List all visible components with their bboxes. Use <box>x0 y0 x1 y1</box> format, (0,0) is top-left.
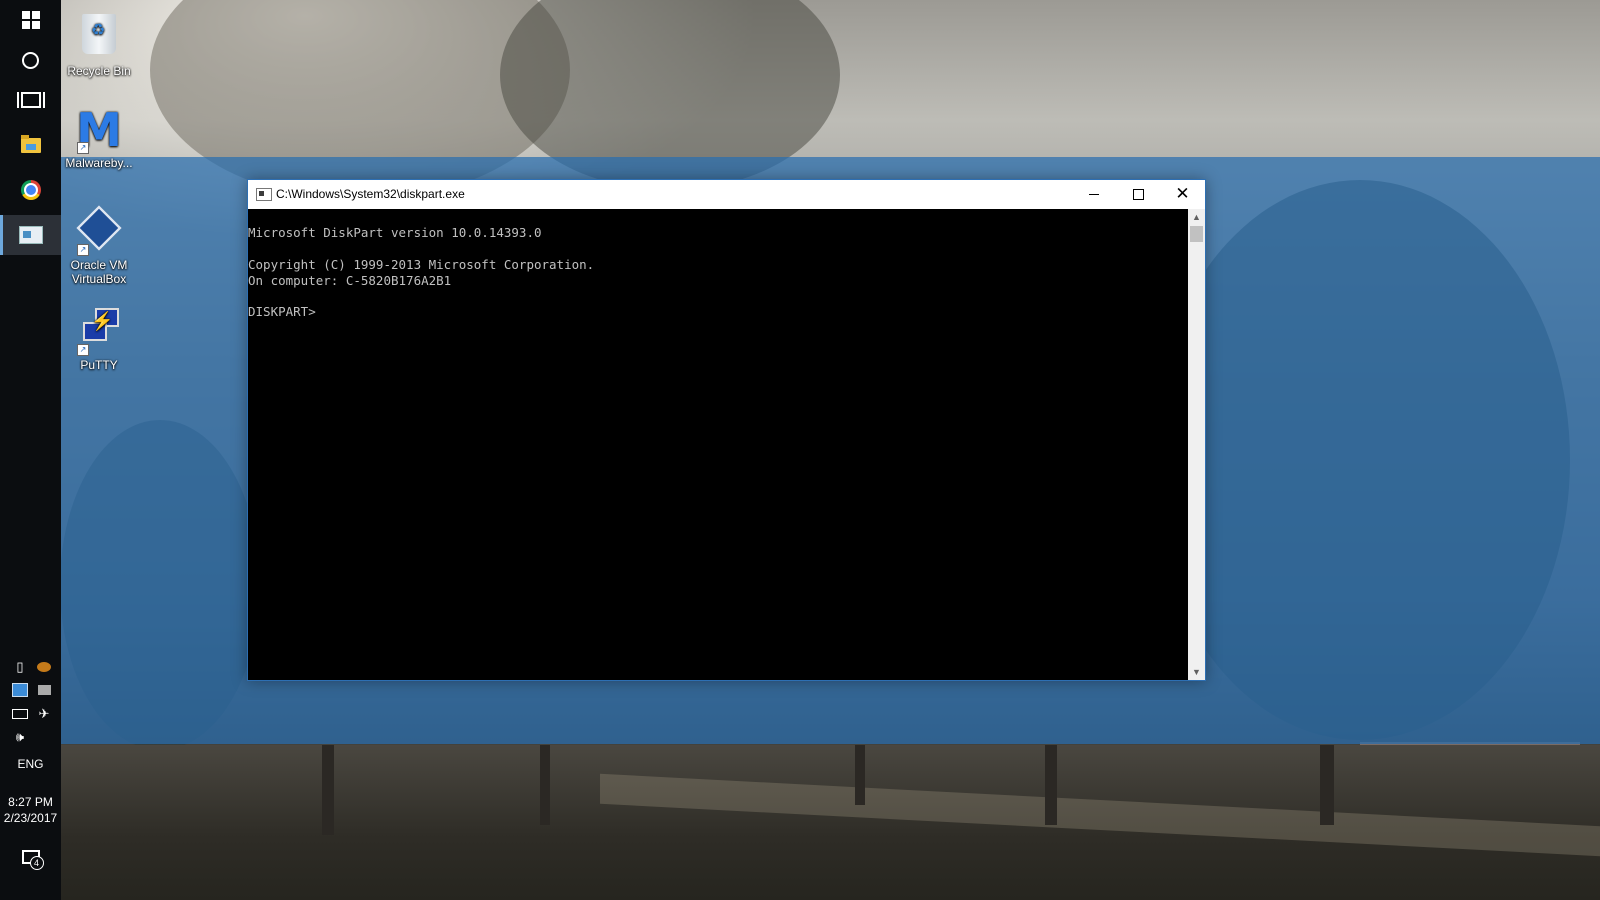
console-line: Microsoft DiskPart version 10.0.14393.0 <box>248 225 542 240</box>
console-window-icon <box>256 188 272 201</box>
airplane-mode-icon[interactable]: ✈ <box>36 706 52 722</box>
console-prompt[interactable]: DISKPART> <box>248 304 316 320</box>
desktop-icon-malwarebytes[interactable]: M ↗ Malwareby... <box>61 106 137 170</box>
close-button[interactable]: ✕ <box>1160 180 1205 209</box>
app-tray-icon[interactable] <box>36 659 52 675</box>
wallpaper-trunk <box>540 745 550 825</box>
desktop-icon-label: Malwareby... <box>65 156 133 170</box>
desktop-icon-recycle-bin[interactable]: Recycle Bin <box>61 10 137 78</box>
close-icon: ✕ <box>1175 184 1190 204</box>
clock-time[interactable]: 8:27 PM <box>0 795 61 809</box>
volume-icon[interactable]: 🕪 <box>12 729 28 745</box>
display-tray-icon[interactable] <box>36 682 52 698</box>
scrollbar-thumb[interactable] <box>1190 226 1203 242</box>
taskbar: ▯ ✈ 🕪 ENG 8:27 PM 2/23/2017 4 <box>0 0 61 900</box>
notification-icon: 4 <box>21 850 44 870</box>
diskpart-window: C:\Windows\System32\diskpart.exe ✕ Micro… <box>247 179 1206 681</box>
window-title: C:\Windows\System32\diskpart.exe <box>276 187 465 201</box>
windows-logo-icon <box>21 11 40 29</box>
window-titlebar[interactable]: C:\Windows\System32\diskpart.exe ✕ <box>248 180 1205 209</box>
battery-icon[interactable] <box>12 706 28 722</box>
scroll-up-arrow-icon[interactable]: ▲ <box>1188 209 1205 225</box>
virtualbox-icon: ↗ <box>75 205 123 256</box>
console-window-icon <box>18 226 43 244</box>
console-line: Copyright (C) 1999-2013 Microsoft Corpor… <box>248 257 595 272</box>
network-tray-icon[interactable] <box>12 682 28 698</box>
vertical-scrollbar[interactable]: ▲ ▼ <box>1188 209 1205 680</box>
usb-device-icon[interactable]: ▯ <box>12 659 28 675</box>
action-center-button[interactable]: 4 <box>0 838 61 878</box>
console-output[interactable]: Microsoft DiskPart version 10.0.14393.0 … <box>248 209 1188 680</box>
cortana-button[interactable] <box>0 40 61 80</box>
desktop-icon-label: Oracle VM VirtualBox <box>70 258 128 286</box>
diskpart-taskbar-button[interactable] <box>0 215 61 255</box>
folder-icon <box>20 134 41 153</box>
maximize-button[interactable] <box>1116 180 1161 209</box>
wallpaper-trunk <box>322 745 334 835</box>
language-indicator[interactable]: ENG <box>0 757 61 771</box>
desktop-icon-label: PuTTY <box>80 358 118 372</box>
task-view-icon <box>16 92 45 108</box>
chrome-button[interactable] <box>0 170 61 210</box>
recycle-bin-icon <box>75 14 123 62</box>
cortana-circle-icon <box>22 51 39 69</box>
putty-icon: ⚡ ↗ <box>75 308 123 356</box>
wallpaper-trunk <box>855 745 865 805</box>
clock-date[interactable]: 2/23/2017 <box>0 811 61 825</box>
wallpaper-trunk <box>1045 745 1057 825</box>
start-button[interactable] <box>0 0 61 40</box>
minimize-button[interactable] <box>1071 180 1116 209</box>
minimize-icon <box>1088 194 1099 195</box>
desktop-icon-virtualbox[interactable]: ↗ Oracle VM VirtualBox <box>61 202 137 286</box>
notification-count-badge: 4 <box>29 856 44 870</box>
malwarebytes-icon: M ↗ <box>76 103 122 157</box>
maximize-icon <box>1133 189 1144 200</box>
desktop-icon-putty[interactable]: ⚡ ↗ PuTTY <box>61 300 137 372</box>
wallpaper-trunk <box>1320 745 1334 825</box>
scroll-down-arrow-icon[interactable]: ▼ <box>1188 664 1205 680</box>
task-view-button[interactable] <box>0 80 61 120</box>
chrome-icon <box>20 180 41 200</box>
console-line: On computer: C-5820B176A2B1 <box>248 273 452 288</box>
desktop-icon-label: Recycle Bin <box>67 64 131 78</box>
file-explorer-button[interactable] <box>0 125 61 165</box>
